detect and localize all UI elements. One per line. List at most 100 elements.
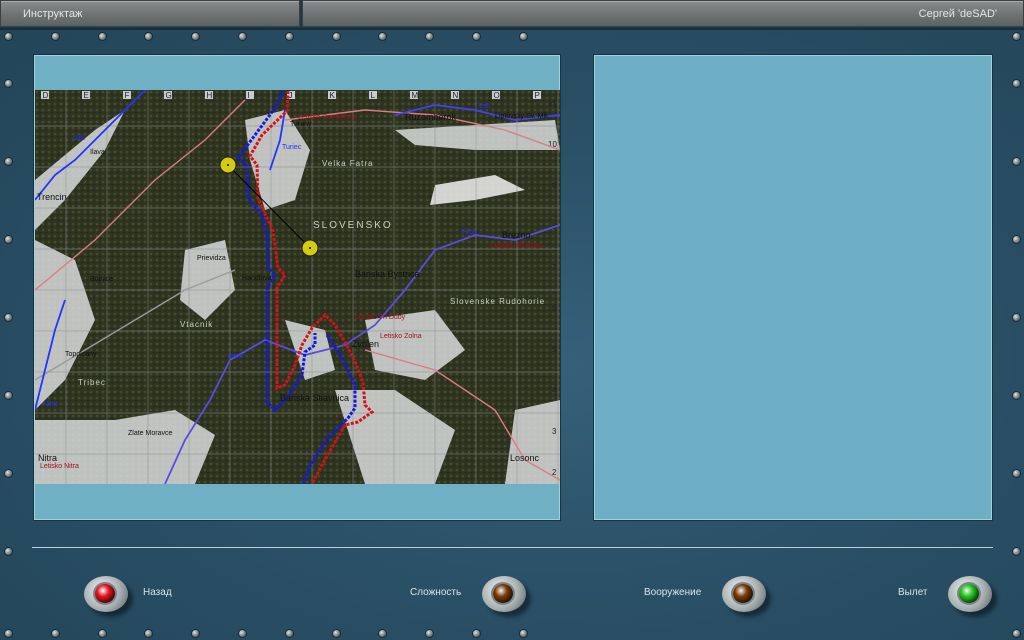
city-label: Zvolen <box>352 339 379 349</box>
region-label: Slovenske Rudohorie <box>450 297 545 306</box>
river-label: Turiec <box>282 144 302 151</box>
city-label: Bojnice <box>90 276 113 283</box>
city-label: Losonc <box>510 453 540 463</box>
screw-icon <box>51 630 59 637</box>
waypoint-1 <box>219 156 237 174</box>
briefing-text-panel <box>594 55 992 520</box>
screw-icon <box>1013 470 1020 477</box>
grid-column-label: P <box>535 91 540 100</box>
map-panel: D E F G H I J K L M N O P 11 10 9 8 7 6 5 4 3 2 Ruzomber <box>34 55 560 520</box>
river-label: Vah <box>73 135 85 142</box>
screw-icon <box>5 630 12 637</box>
grid-row-label: 11 <box>548 99 557 108</box>
screw-icon <box>332 630 340 637</box>
screw-icon <box>239 33 246 40</box>
screw-icon <box>519 630 527 637</box>
map-svg: D E F G H I J K L M N O P111098765432 Ruzomber <box>35 90 560 484</box>
grid-column-label: K <box>330 91 336 100</box>
screw-icon <box>1013 630 1020 637</box>
screw-icon <box>5 470 12 477</box>
grid-column-label: E <box>84 91 89 100</box>
loadout-button[interactable] <box>722 576 766 612</box>
city-label: Handlova <box>242 275 272 282</box>
city-label: Nitra <box>38 453 57 463</box>
screw-icon <box>1013 548 1020 555</box>
screw-icon <box>51 33 59 40</box>
divider <box>32 547 993 548</box>
screw-icon <box>473 630 480 637</box>
river-label: Hron <box>228 353 243 360</box>
grid-row-label: 5 <box>552 345 557 354</box>
screw-icon <box>1013 80 1020 87</box>
screw-icon <box>5 548 12 555</box>
screw-icon <box>5 33 12 40</box>
back-button[interactable] <box>84 576 128 612</box>
green-lamp-icon <box>959 584 979 603</box>
city-label: Banska Stiavnica <box>280 393 349 403</box>
screw-icon <box>5 80 12 87</box>
difficulty-button[interactable] <box>482 576 526 612</box>
screw-icon <box>98 33 106 40</box>
screen-title: Инструктаж <box>23 8 83 20</box>
amber-lamp-icon <box>493 584 513 603</box>
screw-icon <box>5 158 12 165</box>
airfield-label: Letisko Dneskovce <box>298 114 357 121</box>
grid-column-label: D <box>43 91 49 100</box>
screw-icon <box>1013 158 1020 165</box>
difficulty-label: Сложность <box>410 587 462 598</box>
fly-label: Вылет <box>898 587 928 598</box>
grid-column-label: L <box>371 91 376 100</box>
region-label: SLOVENSKO <box>313 220 393 231</box>
grid-column-label: G <box>166 91 172 100</box>
screw-icon <box>98 630 106 637</box>
grid-column-label: F <box>125 91 130 100</box>
grid-column-label: N <box>453 91 459 100</box>
river-label: Hron <box>462 229 477 236</box>
screw-icon <box>5 314 12 321</box>
briefing-map[interactable]: D E F G H I J K L M N O P 11 10 9 8 7 6 5 4 3 2 Ruzomber <box>35 90 560 484</box>
city-label: Banska Bystrica <box>355 269 420 279</box>
screw-icon <box>5 392 12 399</box>
grid-row-label: 9 <box>552 181 557 190</box>
user-name: Сергей 'deSAD' <box>918 8 997 20</box>
city-label: Ruzomberok <box>405 112 457 122</box>
region-label: Velka Fatra <box>322 159 373 168</box>
screw-icon <box>519 33 527 40</box>
airfield-label: Letisko Tri Duby <box>355 314 406 321</box>
city-label: Turany <box>290 121 312 128</box>
airfield-label: Letisko Zolna <box>380 333 422 340</box>
city-label: Zlate Moravce <box>128 430 172 437</box>
screw-icon <box>332 33 340 40</box>
briefing-tab: Инструктаж <box>0 0 300 27</box>
grid-row-label: 6 <box>552 304 557 313</box>
grid-column-label: H <box>207 91 213 100</box>
river-label: Nitra <box>43 401 58 408</box>
screw-icon <box>1013 314 1020 321</box>
grid-row-label: 3 <box>552 427 557 436</box>
city-label: Prievidza <box>197 255 226 262</box>
region-label: Vtacnik <box>180 320 213 329</box>
airfield-label: Letisko Brezno <box>490 241 543 250</box>
city-label: Brezno <box>502 230 531 240</box>
grid-column-label: M <box>412 91 419 100</box>
back-label: Назад <box>143 587 172 598</box>
city-label: Ilava <box>90 149 105 156</box>
grid-row-label: 7 <box>552 263 557 272</box>
user-bar: Сергей 'deSAD' <box>302 0 1024 27</box>
city-label: Liptovsky Sv. Mik <box>495 113 549 120</box>
airfield-label: Letisko Nitra <box>40 463 79 470</box>
waypoint-2 <box>301 239 319 257</box>
screw-icon <box>239 630 246 637</box>
screw-icon <box>1013 33 1020 40</box>
city-label: Trencin <box>37 192 67 202</box>
screw-icon <box>285 33 293 40</box>
grid-row-label: 4 <box>552 386 557 395</box>
fly-button[interactable] <box>948 576 992 612</box>
screw-icon <box>473 33 480 40</box>
screw-icon <box>285 630 293 637</box>
grid-column-label: O <box>494 91 500 100</box>
screw-icon <box>5 236 12 243</box>
grid-column-label: I <box>248 91 250 100</box>
region-label: Tribec <box>78 378 106 387</box>
city-label: Topolcany <box>65 351 97 358</box>
